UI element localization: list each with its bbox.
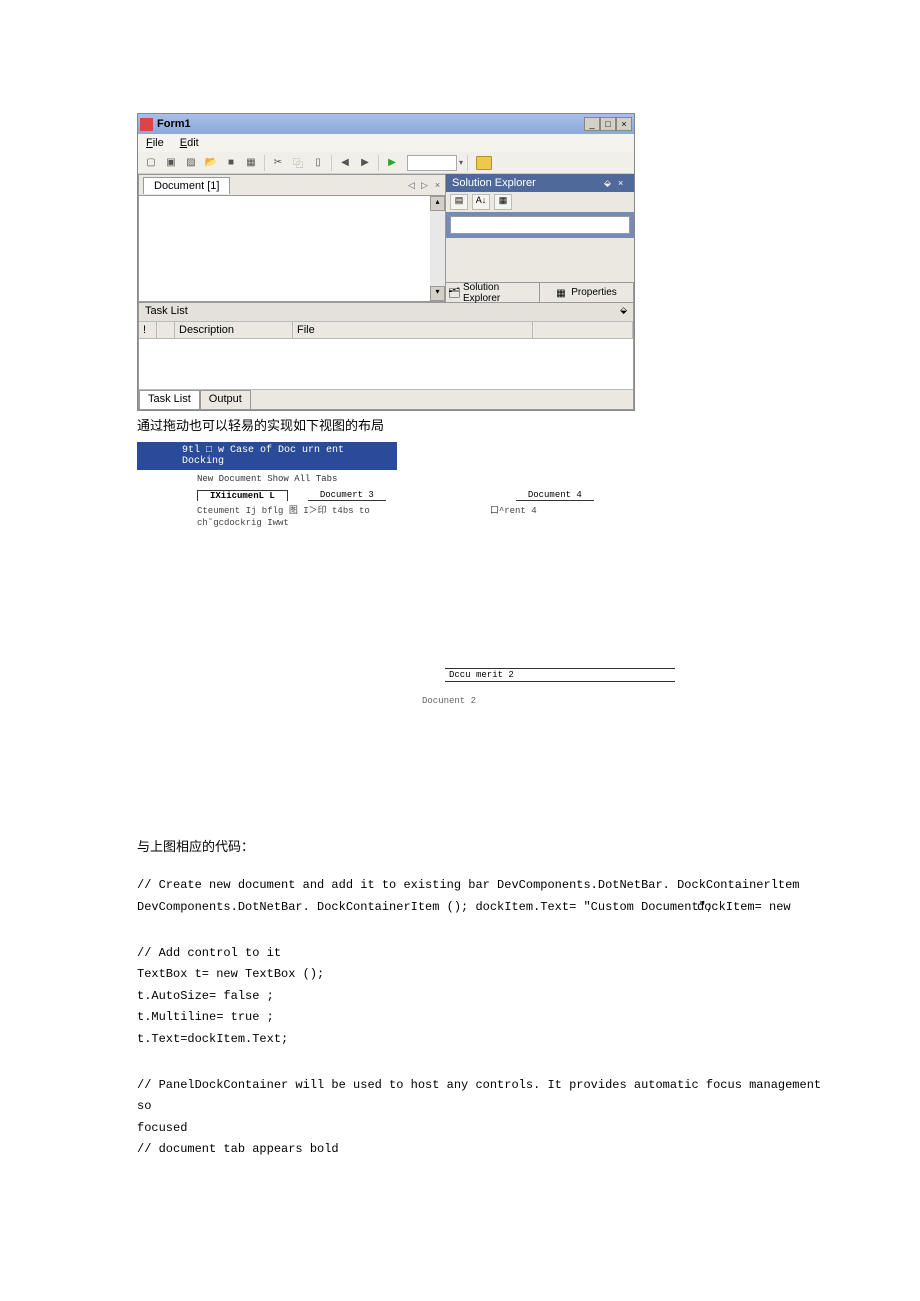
fig2-text-1: Cteument Ij bflg 图 I＞印 t4bs to [197, 503, 370, 516]
tasklist-pin-icon[interactable]: ⬙ [620, 305, 627, 319]
code-line: t.Text=dockItem.Text; [137, 1029, 837, 1051]
form1-window: Form1 _ □ × File Edit ▢ ▣ ▨ 📂 ■ ▦ ✂ ⿻ ▯ … [137, 113, 635, 411]
fig2-titlebar: 9tl □ w Case of Doc urn ent Docking [137, 442, 397, 470]
code-line: // document tab appears bold [137, 1139, 837, 1161]
code-section: 与上图相应的代码： // Create new document and add… [137, 836, 837, 1161]
fig2-text-3: ch˜gcdockrig Iwwt [197, 518, 289, 528]
code-line-right: dockItem= new [697, 897, 791, 919]
open-folder-icon[interactable] [476, 156, 492, 170]
menu-file[interactable]: File [146, 137, 164, 149]
tasklist-body[interactable] [139, 339, 633, 389]
col-description[interactable]: Description [175, 322, 293, 338]
properties-icon: ▦ [556, 288, 568, 298]
toolbar: ▢ ▣ ▨ 📂 ■ ▦ ✂ ⿻ ▯ ◀ ▶ ▶ ▾ [138, 152, 634, 174]
tab-close-icon[interactable]: × [432, 180, 443, 191]
paste-icon[interactable]: ▯ [309, 154, 327, 172]
menu-edit[interactable]: Edit [180, 137, 199, 149]
fig2-tab-1[interactable]: IXiicumenL L [197, 490, 288, 501]
tab-next-icon[interactable]: ▷ [419, 180, 430, 191]
fig2-lower-label: Docunent 2 [422, 696, 677, 706]
figure-docking-example: 9tl □ w Case of Doc urn ent Docking New … [137, 442, 677, 706]
code-line: TextBox t= new TextBox (); [137, 964, 837, 986]
titlebar: Form1 _ □ × [138, 114, 634, 134]
code-line: t.Multiline= true ; [137, 1007, 837, 1029]
code-heading: 与上图相应的代码： [137, 836, 837, 859]
fig2-tab-2[interactable]: Documert 3 [308, 490, 386, 501]
code-line: focused [137, 1118, 837, 1140]
code-line: // PanelDockContainer will be used to ho… [137, 1075, 837, 1118]
props-icon[interactable]: ▦ [494, 194, 512, 210]
tasklist-panel: Task List ⬙ ! Description File Task List… [138, 302, 634, 410]
window-title: Form1 [157, 118, 584, 130]
copy-windows-icon[interactable]: ▣ [162, 154, 180, 172]
nav-back-icon[interactable]: ◀ [336, 154, 354, 172]
tab-prev-icon[interactable]: ◁ [406, 180, 417, 191]
col-spacer [533, 322, 633, 338]
solution-search-input[interactable] [450, 216, 630, 234]
code-line: // Add control to it [137, 943, 837, 965]
solution-title: Solution Explorer [452, 177, 604, 189]
pin-icon[interactable]: ⬙ [604, 178, 614, 189]
solution-tree[interactable] [446, 238, 634, 282]
solution-explorer-icon: 🗂 [448, 288, 460, 298]
folder-icon[interactable]: ▨ [182, 154, 200, 172]
minimize-button[interactable]: _ [584, 117, 600, 131]
cut-icon[interactable]: ✂ [269, 154, 287, 172]
tasklist-header-row: ! Description File [139, 321, 633, 339]
caption-1: 通过拖动也可以轻易的实现如下视图的布局 [137, 415, 920, 434]
open-icon[interactable]: 📂 [202, 154, 220, 172]
col-file[interactable]: File [293, 322, 533, 338]
col-check[interactable] [157, 322, 175, 338]
panel-close-icon[interactable]: × [618, 178, 628, 188]
tab-output[interactable]: Output [200, 390, 251, 409]
fig2-lower-tab[interactable]: Dccu merit 2 [445, 668, 675, 682]
tab-tasklist[interactable]: Task List [139, 390, 200, 409]
tab-properties[interactable]: ▦ Properties [540, 283, 634, 302]
code-line: t.AutoSize= false ; [137, 986, 837, 1008]
document-tab[interactable]: Document [1] [143, 177, 230, 194]
menubar: File Edit [138, 134, 634, 152]
document-panel: Document [1] ◁ ▷ × ▴ ▾ [138, 174, 446, 302]
scroll-up-icon[interactable]: ▴ [430, 196, 445, 211]
nav-fwd-icon[interactable]: ▶ [356, 154, 374, 172]
col-priority[interactable]: ! [139, 322, 157, 338]
document-content[interactable]: ▴ ▾ [139, 195, 445, 301]
run-icon[interactable]: ▶ [383, 154, 401, 172]
categorize-icon[interactable]: ▤ [450, 194, 468, 210]
app-icon [140, 118, 153, 131]
new-icon[interactable]: ▢ [142, 154, 160, 172]
copy-icon[interactable]: ⿻ [289, 154, 307, 172]
saveall-icon[interactable]: ▦ [242, 154, 260, 172]
solution-explorer-panel: Solution Explorer ⬙ × ▤ A↓ ▦ 🗂 Solution … [446, 174, 634, 302]
scroll-down-icon[interactable]: ▾ [430, 286, 445, 301]
code-line: DevComponents.DotNetBar. DockContainerIt… [137, 900, 713, 914]
code-line: // Create new document and add it to exi… [137, 875, 837, 897]
save-icon[interactable]: ■ [222, 154, 240, 172]
fig2-tab-3[interactable]: Document 4 [516, 490, 594, 501]
fig2-text-2: 口^rent 4 [490, 503, 537, 516]
close-button[interactable]: × [616, 117, 632, 131]
tab-solution-explorer[interactable]: 🗂 Solution Explorer [446, 283, 540, 302]
config-dropdown[interactable] [407, 155, 457, 171]
sort-icon[interactable]: A↓ [472, 194, 490, 210]
tasklist-title: Task List [145, 305, 620, 319]
fig2-subtitle: New Document Show All Tabs [137, 470, 677, 486]
maximize-button[interactable]: □ [600, 117, 616, 131]
